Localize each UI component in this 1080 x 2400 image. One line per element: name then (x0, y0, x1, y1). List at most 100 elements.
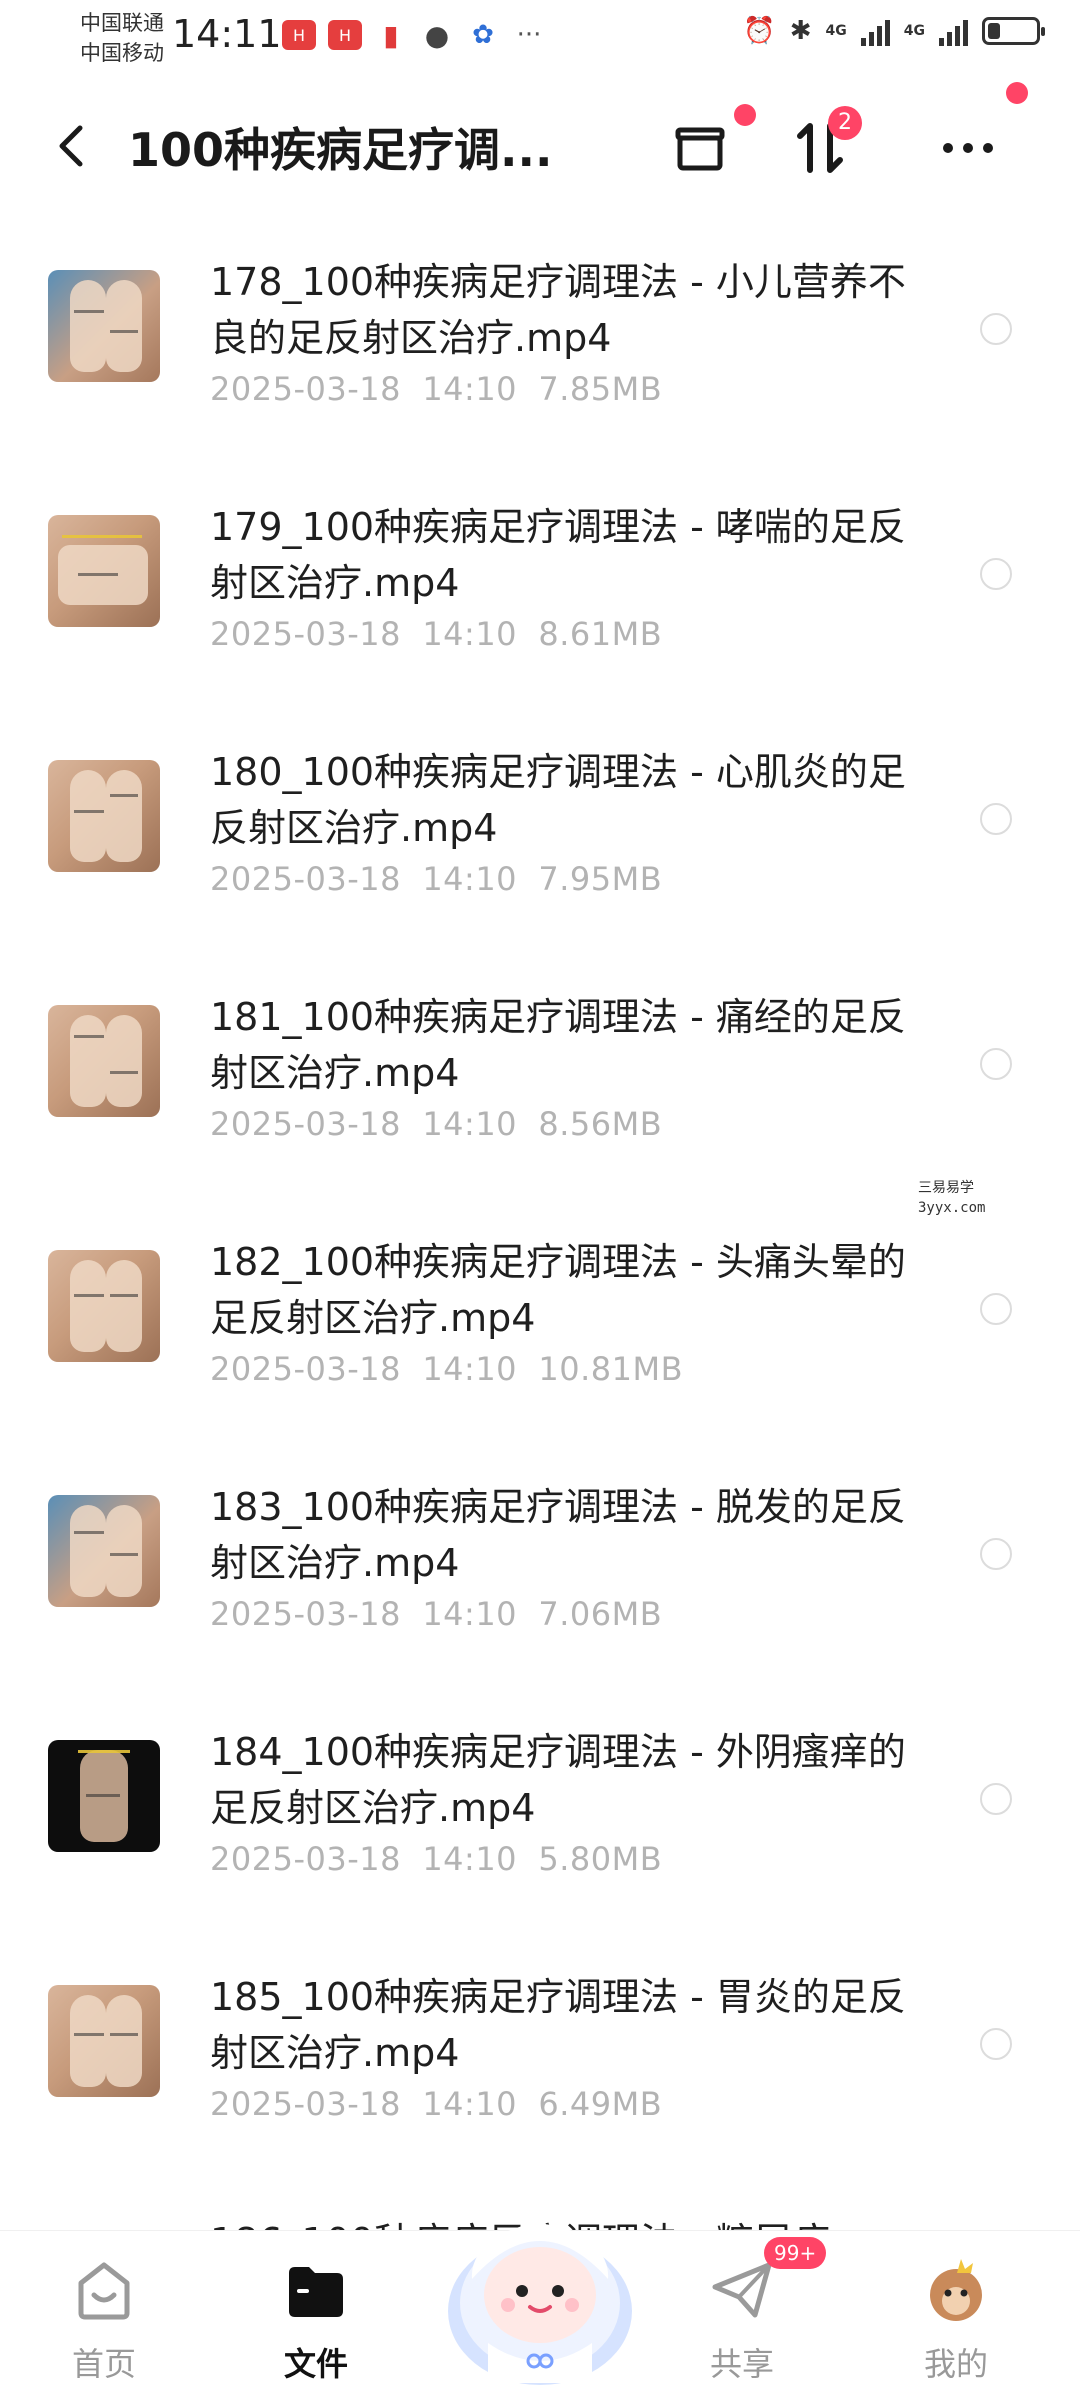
file-row[interactable]: 180_100种疾病足疗调理法 - 心肌炎的足反射区治疗.mp4 2025-03… (0, 730, 1080, 975)
file-name: 183_100种疾病足疗调理法 - 脱发的足反射区治疗.mp4 (210, 1485, 906, 1585)
file-time: 14:10 (422, 370, 518, 408)
file-time: 14:10 (422, 1840, 518, 1878)
video-thumbnail (48, 270, 160, 382)
file-name: 185_100种疾病足疗调理法 - 胃炎的足反射区治疗.mp4 (210, 1975, 906, 2075)
video-thumbnail (48, 1985, 160, 2097)
book-icon: ▮ (383, 18, 399, 52)
select-checkbox[interactable] (980, 1048, 1012, 1080)
select-checkbox[interactable] (980, 803, 1012, 835)
file-time: 14:10 (422, 615, 518, 653)
select-checkbox[interactable] (980, 1783, 1012, 1815)
file-size: 7.95MB (538, 860, 663, 898)
video-thumbnail (48, 1005, 160, 1117)
baidu-paw-icon: ✿ (472, 20, 494, 50)
archive-icon (675, 127, 725, 171)
notification-icons: H H ▮ ● ✿ ··· (282, 18, 546, 52)
file-size: 7.06MB (538, 1595, 663, 1633)
file-time: 14:10 (422, 1350, 518, 1388)
file-time: 14:10 (422, 1105, 518, 1143)
video-thumbnail (48, 1740, 160, 1852)
home-icon (78, 2262, 130, 2320)
video-thumbnail (48, 515, 160, 627)
signal-icon (860, 16, 890, 46)
file-size: 7.85MB (538, 370, 663, 408)
system-icons: ⏰ ✱ 4G 4G (743, 16, 1045, 46)
share-count-badge: 99+ (764, 2237, 827, 2269)
select-checkbox[interactable] (980, 1293, 1012, 1325)
more-button[interactable] (928, 82, 1028, 188)
transfer-button[interactable]: 2 (780, 106, 862, 188)
nav-item-share[interactable]: 99+ 共享 (652, 2231, 832, 2400)
signal-icon (939, 16, 968, 46)
chat-bubble-icon: ● (424, 18, 450, 52)
file-row[interactable]: 185_100种疾病足疗调理法 - 胃炎的足反射区治疗.mp4 2025-03-… (0, 1955, 1080, 2200)
file-meta: 2025-03-18 14:10 8.56MB (210, 1105, 662, 1143)
file-size: 10.81MB (538, 1350, 684, 1388)
notification-dot (734, 104, 756, 126)
network-type-1: 4G (825, 23, 847, 39)
nav-item-files[interactable]: 文件 (226, 2231, 406, 2400)
alarm-icon: ⏰ (743, 16, 776, 46)
status-time: 14:11 (172, 12, 282, 56)
back-button[interactable] (50, 116, 90, 176)
file-date: 2025-03-18 (210, 1350, 401, 1388)
video-thumbnail (48, 1495, 160, 1607)
huawei-app-icon: H (328, 20, 362, 50)
file-name: 178_100种疾病足疗调理法 - 小儿营养不良的足反射区治疗.mp4 (210, 260, 906, 360)
file-size: 8.56MB (538, 1105, 663, 1143)
watermark-line-1: 三易易学 (918, 1180, 974, 1196)
app-header: 100种疾病足疗调... 2 (0, 82, 1080, 200)
file-name: 181_100种疾病足疗调理法 - 痛经的足反射区治疗.mp4 (210, 995, 906, 1095)
file-meta: 2025-03-18 14:10 10.81MB (210, 1350, 683, 1388)
file-date: 2025-03-18 (210, 370, 401, 408)
file-date: 2025-03-18 (210, 615, 401, 653)
file-date: 2025-03-18 (210, 2085, 401, 2123)
file-row[interactable]: 179_100种疾病足疗调理法 - 哮喘的足反射区治疗.mp4 2025-03-… (0, 485, 1080, 730)
carrier-1: 中国联通 (80, 11, 164, 35)
site-watermark: 三易易学 3yyx.com (918, 1178, 985, 1218)
more-dots-icon: ··· (516, 20, 542, 50)
file-row[interactable]: 178_100种疾病足疗调理法 - 小儿营养不良的足反射区治疗.mp4 2025… (0, 240, 1080, 485)
bluetooth-icon: ✱ (789, 16, 812, 46)
select-checkbox[interactable] (980, 313, 1012, 345)
file-time: 14:10 (422, 2085, 518, 2123)
nav-item-me[interactable]: 我的 (866, 2231, 1046, 2400)
file-row[interactable]: 182_100种疾病足疗调理法 - 头痛头晕的足反射区治疗.mp4 2025-0… (0, 1220, 1080, 1465)
file-date: 2025-03-18 (210, 1105, 401, 1143)
huawei-app-icon: H (282, 20, 316, 50)
select-checkbox[interactable] (980, 1538, 1012, 1570)
file-size: 6.49MB (538, 2085, 663, 2123)
file-row[interactable]: 183_100种疾病足疗调理法 - 脱发的足反射区治疗.mp4 2025-03-… (0, 1465, 1080, 1710)
file-meta: 2025-03-18 14:10 7.06MB (210, 1595, 662, 1633)
file-date: 2025-03-18 (210, 860, 401, 898)
file-time: 14:10 (422, 860, 518, 898)
notification-dot (1006, 82, 1028, 104)
nav-label: 共享 (709, 2345, 774, 2383)
select-checkbox[interactable] (980, 2028, 1012, 2060)
file-time: 14:10 (422, 1595, 518, 1633)
nav-label: 文件 (283, 2345, 348, 2383)
battery-icon (982, 17, 1045, 45)
file-meta: 2025-03-18 14:10 8.61MB (210, 615, 662, 653)
file-name: 184_100种疾病足疗调理法 - 外阴瘙痒的足反射区治疗.mp4 (210, 1730, 906, 1830)
file-row[interactable]: 184_100种疾病足疗调理法 - 外阴瘙痒的足反射区治疗.mp4 2025-0… (0, 1710, 1080, 1955)
file-name: 182_100种疾病足疗调理法 - 头痛头晕的足反射区治疗.mp4 (210, 1240, 906, 1340)
file-size: 5.80MB (538, 1840, 663, 1878)
carrier-info: 中国联通 中国移动 (80, 8, 164, 68)
file-meta: 2025-03-18 14:10 7.85MB (210, 370, 662, 408)
file-meta: 2025-03-18 14:10 7.95MB (210, 860, 662, 898)
select-checkbox[interactable] (980, 558, 1012, 590)
more-horizontal-icon (943, 143, 993, 153)
transfer-count-badge: 2 (828, 106, 862, 140)
nav-label: 首页 (71, 2345, 136, 2383)
archive-button[interactable] (660, 104, 756, 188)
profile-avatar-icon (930, 2259, 982, 2321)
file-name: 180_100种疾病足疗调理法 - 心肌炎的足反射区治疗.mp4 (210, 750, 906, 850)
file-date: 2025-03-18 (210, 1595, 401, 1633)
nav-item-home[interactable]: 首页 (14, 2231, 194, 2400)
watermark-line-2: 3yyx.com (918, 1200, 986, 1216)
assistant-mascot-button[interactable] (430, 2183, 650, 2393)
paper-plane-icon (712, 2262, 772, 2318)
file-size: 8.61MB (538, 615, 663, 653)
video-thumbnail (48, 760, 160, 872)
